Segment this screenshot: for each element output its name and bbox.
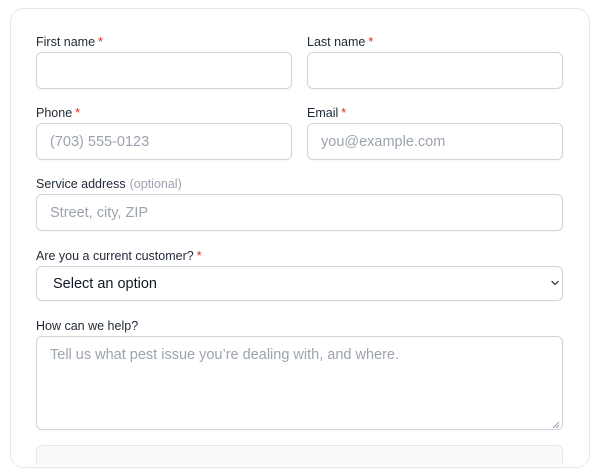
email-field: Email *: [307, 105, 563, 161]
phone-input[interactable]: [36, 123, 292, 160]
selected-option: Select an option: [53, 276, 157, 292]
service-address-label-text: Service address: [36, 177, 126, 191]
help-field: How can we help?: [36, 318, 563, 430]
first-name-input[interactable]: [36, 52, 292, 89]
current-customer-label: Are you a current customer? *: [36, 248, 563, 264]
last-name-label-text: Last name: [307, 35, 366, 49]
required-mark: *: [196, 249, 202, 263]
last-name-field: Last name *: [307, 34, 563, 90]
resize-grip-icon[interactable]: [552, 421, 560, 429]
phone-label-text: Phone: [36, 106, 73, 120]
last-name-label: Last name *: [307, 34, 563, 50]
service-address-field: Service address (optional): [36, 176, 563, 232]
current-customer-select[interactable]: Select an option: [36, 266, 563, 301]
required-mark: *: [98, 35, 103, 49]
required-mark: *: [75, 106, 81, 120]
service-address-label: Service address (optional): [36, 176, 563, 192]
optional-note: (optional): [129, 177, 182, 191]
last-name-input[interactable]: [307, 52, 563, 89]
help-label: How can we help?: [36, 319, 139, 333]
help-textarea[interactable]: [36, 336, 563, 430]
email-label-text: Email: [307, 106, 339, 120]
current-customer-label-text: Are you a current customer?: [36, 249, 194, 263]
first-name-label: First name *: [36, 34, 292, 50]
chevron-down-icon: [551, 280, 559, 286]
phone-field: Phone *: [36, 105, 292, 161]
service-address-input[interactable]: [36, 194, 563, 231]
first-name-field: First name *: [36, 34, 292, 90]
next-field-partial: [36, 445, 563, 465]
required-mark: *: [341, 106, 347, 120]
current-customer-field: Are you a current customer? * Select an o…: [36, 248, 563, 302]
email-label: Email *: [307, 105, 563, 121]
required-mark: *: [368, 35, 374, 49]
email-input[interactable]: [307, 123, 563, 160]
first-name-label-text: First name: [36, 35, 96, 49]
phone-label: Phone *: [36, 105, 292, 121]
